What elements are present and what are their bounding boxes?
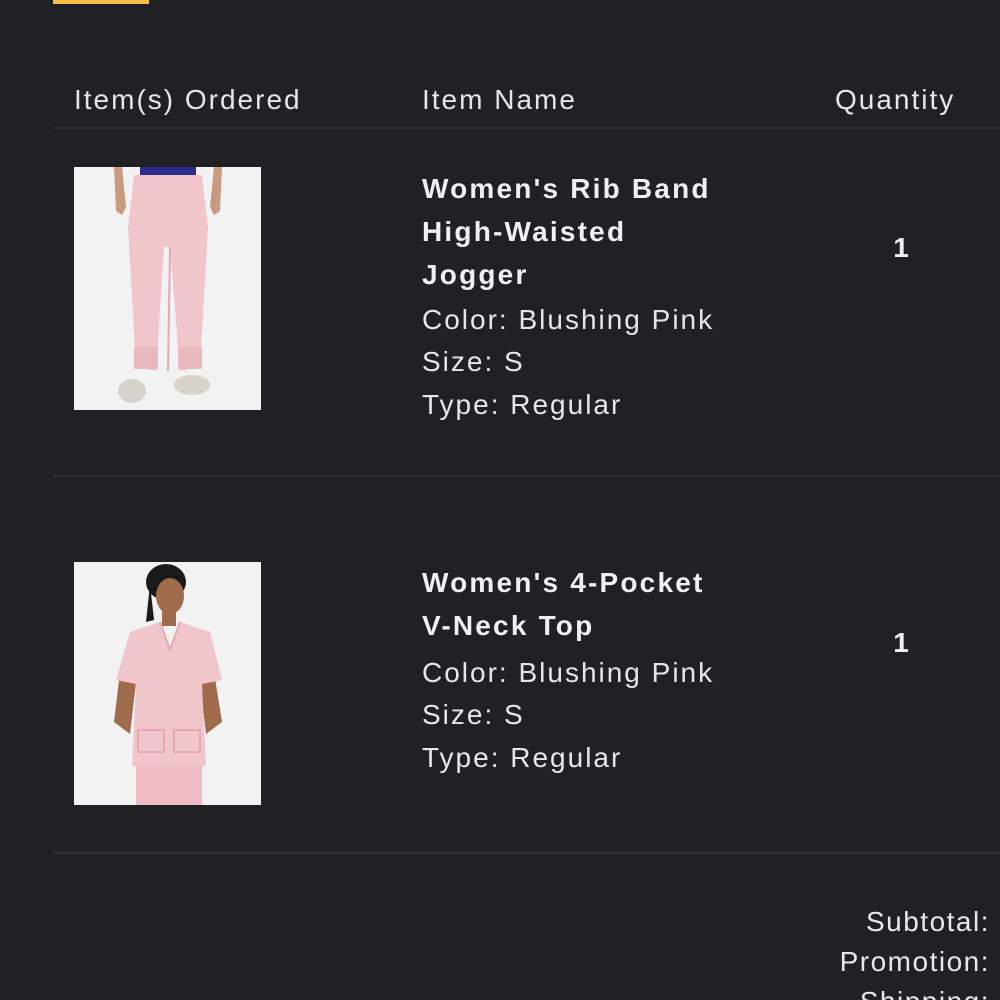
column-header-quantity: Quantity [835, 84, 956, 115]
subtotal-label: Subtotal: [865, 906, 990, 937]
item-color: Color: Blushing Pink [422, 304, 715, 335]
top-accent-bar [53, 0, 149, 4]
item-name[interactable]: Women's 4-Pocket V-Neck Top [422, 561, 802, 647]
item-name-line: V-Neck Top [422, 610, 595, 641]
row-divider [53, 852, 1000, 854]
header-divider [53, 127, 1000, 129]
product-image[interactable] [74, 562, 261, 805]
item-name-line: Women's 4-Pocket [422, 567, 705, 598]
item-name-line: Women's Rib Band [422, 173, 711, 204]
shipping-label: Shipping: [860, 986, 990, 1000]
item-size: Size: S [422, 699, 525, 730]
pink-jogger-icon [74, 167, 261, 410]
item-name-line: Jogger [422, 259, 529, 290]
column-header-items-ordered: Item(s) Ordered [74, 84, 302, 115]
item-quantity: 1 [893, 627, 909, 658]
pink-vneck-top-icon [74, 562, 261, 805]
promotion-label: Promotion: [839, 946, 990, 977]
order-details-page: Item(s) Ordered Item Name Quantity Women… [0, 0, 1000, 1000]
product-image[interactable] [74, 167, 261, 410]
item-color: Color: Blushing Pink [422, 657, 715, 688]
item-quantity: 1 [893, 232, 909, 263]
item-type: Type: Regular [422, 389, 623, 420]
item-name-line: High-Waisted [422, 216, 627, 247]
column-header-item-name: Item Name [422, 84, 577, 115]
item-name[interactable]: Women's Rib Band High-Waisted Jogger [422, 167, 802, 296]
table-header: Item(s) Ordered Item Name Quantity [0, 84, 1000, 124]
row-divider [53, 475, 1000, 477]
item-type: Type: Regular [422, 742, 623, 773]
item-size: Size: S [422, 346, 525, 377]
